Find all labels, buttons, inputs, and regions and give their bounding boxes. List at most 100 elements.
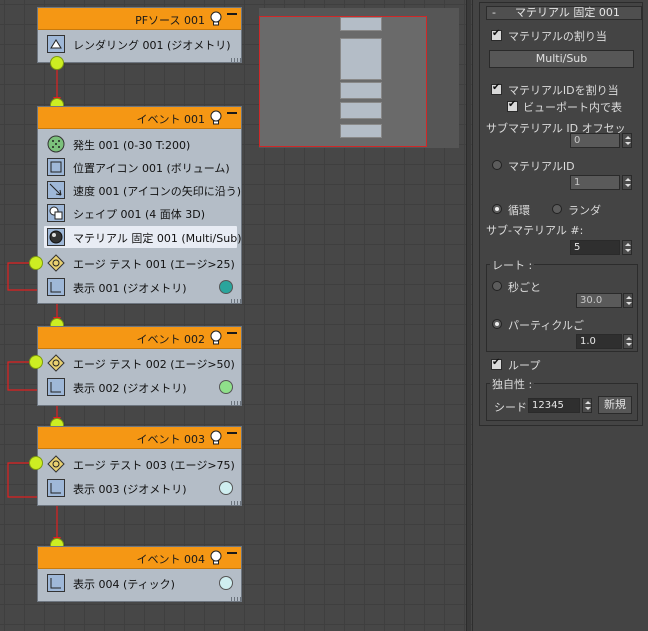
test-output-pin[interactable] (29, 256, 43, 270)
sub-material-num-label: サブ-マテリアル #: (486, 224, 584, 237)
loop-label: ループ (508, 359, 541, 372)
show-in-viewport-checkbox[interactable] (507, 99, 518, 112)
lightbulb-icon[interactable] (209, 110, 223, 126)
test-output-pin[interactable] (29, 355, 43, 369)
seed-field[interactable]: 12345 (528, 398, 580, 413)
age-test-icon (47, 354, 65, 372)
per-particle-spinner[interactable] (623, 334, 633, 349)
node-title: イベント 004 (136, 553, 206, 566)
display-icon (47, 378, 65, 396)
operator-label: エージ テスト 003 (エージ>75) (73, 459, 235, 472)
assign-material-checkbox[interactable] (491, 28, 502, 41)
rollout-header[interactable]: - マテリアル 固定 001 (486, 6, 642, 20)
event-003-node[interactable]: イベント 003 エージ テスト 003 (エージ>75) 表示 003 (ジオ… (37, 426, 242, 506)
event-002-node[interactable]: イベント 002 エージ テスト 002 (エージ>50) 表示 002 (ジオ… (37, 326, 242, 406)
operator-row[interactable]: エージ テスト 001 (エージ>25) (44, 252, 237, 274)
collapse-icon[interactable] (227, 332, 237, 335)
node-header[interactable]: イベント 004 (38, 547, 241, 569)
output-pin[interactable] (50, 56, 64, 70)
node-header[interactable]: イベント 003 (38, 427, 241, 449)
node-header[interactable]: イベント 002 (38, 327, 241, 349)
operator-label: 表示 002 (ジオメトリ) (73, 382, 187, 395)
display-icon (47, 479, 65, 497)
material-button[interactable]: Multi/Sub (489, 50, 634, 68)
random-radio[interactable] (552, 204, 562, 214)
vertical-scrollbar[interactable] (466, 0, 471, 631)
pf-source-node[interactable]: PFソース 001 レンダリング 001 (ジオメトリ) (37, 7, 242, 63)
sub-material-num-spinner[interactable] (622, 240, 632, 255)
operator-row[interactable]: シェイプ 001 (4 面体 3D) (44, 202, 237, 224)
operator-row[interactable]: 表示 001 (ジオメトリ) (44, 276, 237, 298)
new-seed-button[interactable]: 新規 (598, 396, 632, 414)
node-header[interactable]: PFソース 001 (38, 8, 241, 30)
lightbulb-icon[interactable] (209, 550, 223, 566)
display-icon (47, 278, 65, 296)
seed-spinner[interactable] (582, 398, 592, 413)
operator-row-selected[interactable]: マテリアル 固定 001 (Multi/Sub) (44, 226, 242, 248)
speed-icon (47, 181, 65, 199)
operator-label: 表示 001 (ジオメトリ) (73, 282, 187, 295)
uniqueness-group-label: 独自性 : (490, 376, 535, 392)
display-icon (47, 574, 65, 592)
display-color-swatch[interactable] (219, 481, 233, 495)
operator-row[interactable]: 表示 002 (ジオメトリ) (44, 376, 237, 398)
event-004-node[interactable]: イベント 004 表示 004 (ティック) (37, 546, 242, 602)
cycle-label: 循環 (508, 204, 530, 217)
event-001-node[interactable]: イベント 001 発生 001 (0-30 T:200) 位置アイコン 001 … (37, 106, 242, 304)
per-particle-field[interactable]: 1.0 (576, 334, 622, 349)
material-id-field[interactable]: 1 (570, 175, 620, 190)
resize-grip[interactable] (231, 597, 241, 601)
assign-material-label: マテリアルの割り当 (508, 30, 607, 43)
position-icon (47, 158, 65, 176)
resize-grip[interactable] (231, 58, 241, 62)
collapse-icon[interactable] (227, 432, 237, 435)
material-id-radio[interactable] (492, 160, 502, 170)
loop-checkbox[interactable] (491, 357, 502, 370)
age-test-icon (47, 254, 65, 272)
sub-material-offset-spinner[interactable] (622, 133, 632, 148)
resize-grip[interactable] (231, 501, 241, 505)
material-id-spinner[interactable] (622, 175, 632, 190)
resize-grip[interactable] (231, 299, 241, 303)
rollout-title: マテリアル 固定 001 (515, 6, 620, 19)
operator-label: レンダリング 001 (ジオメトリ) (73, 39, 231, 52)
display-color-swatch[interactable] (219, 576, 233, 590)
operator-row[interactable]: エージ テスト 002 (エージ>50) (44, 352, 237, 374)
assign-material-id-checkbox[interactable] (491, 82, 502, 95)
per-second-radio[interactable] (492, 281, 502, 291)
operator-label: 位置アイコン 001 (ボリューム) (73, 162, 230, 175)
per-second-spinner[interactable] (623, 293, 633, 308)
collapse-icon[interactable] (227, 112, 237, 115)
sub-material-num-field[interactable]: 5 (570, 240, 620, 255)
collapse-icon[interactable] (227, 13, 237, 16)
age-test-icon (47, 455, 65, 473)
operator-row[interactable]: レンダリング 001 (ジオメトリ) (44, 33, 237, 55)
material-icon (47, 228, 65, 246)
lightbulb-icon[interactable] (209, 11, 223, 27)
operator-row[interactable]: 表示 004 (ティック) (44, 572, 237, 594)
navigator-viewport-frame[interactable] (259, 16, 427, 147)
lightbulb-icon[interactable] (209, 330, 223, 346)
operator-row[interactable]: 位置アイコン 001 (ボリューム) (44, 156, 237, 178)
operator-row[interactable]: 表示 003 (ジオメトリ) (44, 477, 237, 499)
per-second-label: 秒ごと (508, 281, 541, 294)
rollout-toggle[interactable]: - (492, 7, 496, 19)
rate-group-label: レート : (490, 257, 535, 273)
node-header[interactable]: イベント 001 (38, 107, 241, 129)
display-color-swatch[interactable] (219, 280, 233, 294)
cycle-radio[interactable] (492, 204, 502, 214)
per-second-field[interactable]: 30.0 (576, 293, 622, 308)
collapse-icon[interactable] (227, 552, 237, 555)
test-output-pin[interactable] (29, 456, 43, 470)
operator-row[interactable]: 速度 001 (アイコンの矢印に沿う) (44, 179, 241, 201)
per-particle-radio[interactable] (492, 319, 502, 329)
sub-material-offset-field[interactable]: 0 (570, 133, 620, 148)
material-static-rollout: - マテリアル 固定 001 マテリアルの割り当 Multi/Sub マテリアル… (479, 2, 643, 426)
operator-row[interactable]: エージ テスト 003 (エージ>75) (44, 453, 237, 475)
lightbulb-icon[interactable] (209, 430, 223, 446)
resize-grip[interactable] (231, 401, 241, 405)
operator-row[interactable]: 発生 001 (0-30 T:200) (44, 133, 237, 155)
parameters-panel: - マテリアル 固定 001 マテリアルの割り当 Multi/Sub マテリアル… (472, 0, 648, 631)
node-title: イベント 001 (136, 113, 206, 126)
display-color-swatch[interactable] (219, 380, 233, 394)
